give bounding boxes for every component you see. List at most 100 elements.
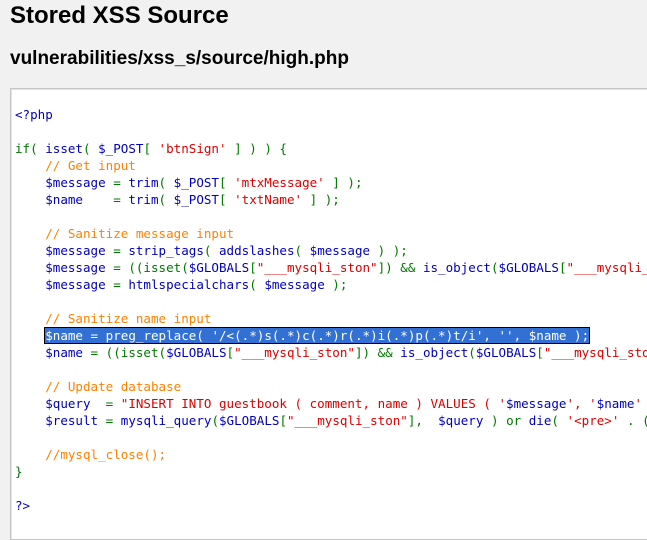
code-token-string: 'txtName': [234, 192, 303, 207]
code-line[interactable]: [15, 208, 647, 225]
page-title: Stored XSS Source: [10, 2, 229, 29]
code-token-var: $GLOBALS: [475, 345, 537, 360]
code-token-keyword: [: [536, 345, 544, 360]
code-token-keyword: ] );: [302, 192, 340, 207]
code-line[interactable]: //mysql_close();: [15, 446, 647, 463]
code-line[interactable]: $name = trim( $_POST[ 'txtName' ] );: [15, 191, 647, 208]
code-token-var: $message: [45, 277, 106, 292]
code-token-keyword: = ((isset(: [105, 260, 189, 275]
code-token-keyword: ,: [513, 328, 529, 343]
code-token-keyword: ]) &&: [377, 260, 423, 275]
code-token-string: "___mysqli_ston": [543, 345, 647, 360]
code-token-var: $GLOBALS: [166, 345, 227, 360]
code-token-var: ?>: [15, 498, 31, 513]
code-line[interactable]: $name = ((isset($GLOBALS["___mysqli_ston…: [15, 344, 647, 361]
code-line[interactable]: // Sanitize message input: [15, 225, 647, 242]
code-token-keyword: (: [468, 345, 476, 360]
text-selection: $name = preg_replace( '/<(.*)s(.*)c(.*)r…: [44, 327, 591, 344]
code-line[interactable]: $query = "INSERT INTO guestbook ( commen…: [15, 395, 647, 412]
code-token-keyword: ,: [483, 328, 499, 343]
code-token-keyword: (: [196, 328, 212, 343]
code-line[interactable]: <?php: [15, 106, 647, 123]
code-token-keyword: (: [294, 243, 310, 258]
code-token-keyword: ] ) ) {: [226, 141, 287, 156]
code-token-string: "INSERT INTO guestbook ( comment, name )…: [120, 396, 507, 411]
code-token-string: "___mysqli_ston": [234, 345, 355, 360]
code-token-keyword: [: [218, 192, 235, 207]
code-line[interactable]: // Get input: [15, 157, 647, 174]
code-token-var: trim: [128, 192, 159, 207]
code-token-var: $name: [45, 328, 83, 343]
code-token-keyword: =: [105, 243, 129, 258]
code-line[interactable]: $message = ((isset($GLOBALS["___mysqli_s…: [15, 259, 647, 276]
code-token-var: $GLOBALS: [188, 260, 250, 275]
code-token-string: '<pre>': [566, 413, 620, 428]
code-token-string: "___mysqli_ston": [287, 413, 408, 428]
code-token-var: $query: [45, 396, 91, 411]
code-token-keyword: [: [143, 141, 159, 156]
code-token-var: $message: [309, 243, 371, 258]
code-token-comment: // Sanitize message input: [45, 226, 235, 241]
code-token-string: '/<(.*)s(.*)c(.*)r(.*)i(.*)p(.*)t/i': [211, 328, 484, 343]
source-code-box[interactable]: <?php if( isset( $_POST[ 'btnSign' ] ) ) …: [10, 88, 647, 540]
code-token-keyword: ) );: [370, 243, 408, 258]
code-token-var: addslashes: [218, 243, 295, 258]
code-line[interactable]: // Update database: [15, 378, 647, 395]
code-token-comment: //mysql_close();: [45, 447, 167, 462]
code-token-keyword: (: [158, 192, 174, 207]
code-line[interactable]: }: [15, 463, 647, 480]
code-token-var: $GLOBALS: [219, 413, 280, 428]
code-line[interactable]: $result = mysqli_query($GLOBALS["___mysq…: [15, 412, 647, 429]
code-token-var: $message: [506, 396, 567, 411]
code-line[interactable]: [15, 123, 647, 140]
code-token-var: is_object: [422, 260, 491, 275]
code-line[interactable]: [15, 293, 647, 310]
code-token-var: is_object: [400, 345, 469, 360]
code-token-keyword: [: [279, 413, 287, 428]
code-line[interactable]: $message = htmlspecialchars( $message );: [15, 276, 647, 293]
code-token-keyword: =: [105, 175, 129, 190]
code-line[interactable]: ?>: [15, 497, 647, 514]
code-token-string: ', ': [566, 396, 597, 411]
code-line-selected[interactable]: $name = preg_replace( '/<(.*)s(.*)c(.*)r…: [15, 327, 647, 344]
code-token-keyword: }: [15, 464, 23, 479]
code-token-keyword: ]) &&: [354, 345, 401, 360]
code-token-var: $message: [264, 277, 325, 292]
code-line[interactable]: if( isset( $_POST[ 'btnSign' ] ) ) {: [15, 140, 647, 157]
code-line[interactable]: // Sanitize name input: [15, 310, 647, 327]
code-line[interactable]: $message = strip_tags( addslashes( $mess…: [15, 242, 647, 259]
source-code[interactable]: <?php if( isset( $_POST[ 'btnSign' ] ) ) …: [15, 106, 647, 514]
code-token-var: trim: [128, 175, 159, 190]
code-token-keyword: (: [249, 277, 265, 292]
code-token-var: preg_replace: [105, 328, 197, 343]
code-token-var: <?php: [15, 107, 53, 122]
code-token-var: isset: [45, 141, 83, 156]
code-line[interactable]: [15, 480, 647, 497]
code-token-var: $name: [45, 345, 83, 360]
code-token-keyword: if(: [15, 141, 46, 156]
code-token-var: strip_tags: [128, 243, 204, 258]
code-line[interactable]: [15, 361, 647, 378]
code-token-keyword: (: [203, 243, 219, 258]
code-token-string: ' );": [634, 396, 643, 411]
code-token-keyword: . ((is_object(: [626, 413, 647, 428]
code-token-keyword: [: [558, 260, 567, 275]
code-token-var: $message: [45, 175, 106, 190]
code-token-var: $result: [45, 413, 99, 428]
code-token-var: mysqli_query: [120, 413, 212, 428]
code-token-var: $_POST: [98, 141, 144, 156]
code-token-var: $message: [45, 243, 106, 258]
code-line[interactable]: [15, 429, 647, 446]
code-token-keyword: =: [83, 328, 106, 343]
code-line[interactable]: $message = trim( $_POST[ 'mtxMessage' ] …: [15, 174, 647, 191]
